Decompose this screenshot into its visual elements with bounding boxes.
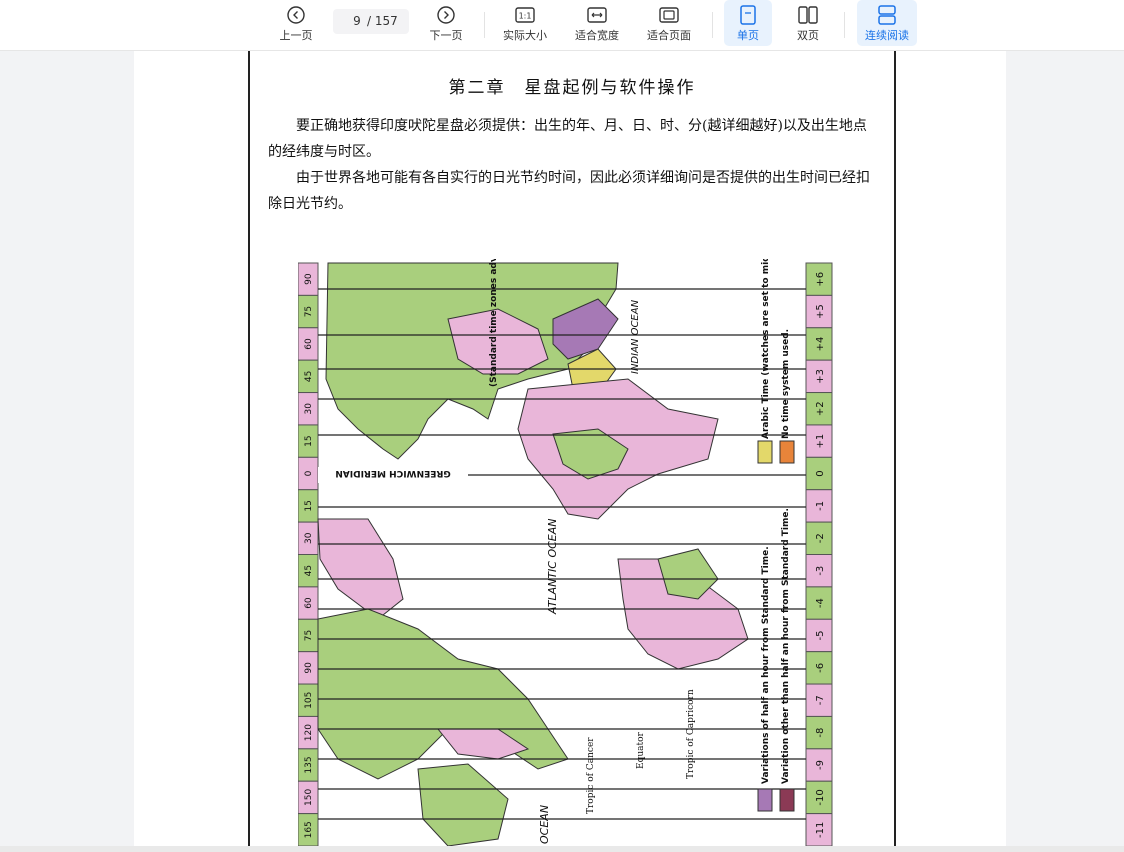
- chevron-left-circle-icon: [287, 6, 305, 24]
- actual-size-button[interactable]: 1:1 实际大小: [498, 0, 552, 46]
- utc-offset-label: +6: [815, 272, 826, 287]
- actual-size-icon: 1:1: [515, 7, 535, 23]
- page-number-input[interactable]: 9 / 157: [333, 9, 409, 34]
- utc-offset-label: -3: [815, 566, 826, 576]
- tropic-of-capricorn-label: Tropic of Capricorn: [686, 689, 696, 779]
- paragraph: 由于世界各地可能有各自实行的日光节约时间，因此必须详细询问是否提供的出生时间已经…: [268, 170, 870, 212]
- indian-ocean-label: INDIAN OCEAN: [630, 299, 641, 374]
- legend-no-time-system: No time system used.: [781, 329, 791, 439]
- greenwich-meridian-label: GREENWICH MERIDIAN: [335, 468, 450, 478]
- next-page-label: 下一页: [429, 29, 463, 42]
- prev-page-button[interactable]: 上一页: [274, 0, 318, 46]
- ocean-label: OCEAN: [538, 805, 551, 844]
- paragraph: 要正确地获得印度吠陀星盘必须提供：出生的年、月、日、时、分(越详细越好)以及出生…: [268, 118, 867, 160]
- longitude-label: 30: [304, 532, 314, 544]
- single-page-label: 单页: [737, 29, 759, 42]
- legend-half-hour: Variations of half an hour from Standard…: [761, 546, 771, 784]
- utc-offset-label: +4: [815, 337, 826, 352]
- actual-size-label: 实际大小: [503, 29, 547, 42]
- longitude-label: 60: [304, 597, 314, 609]
- longitude-label: 60: [304, 338, 314, 350]
- horizontal-scrollbar[interactable]: [0, 846, 1124, 852]
- double-page-button[interactable]: 双页: [784, 0, 832, 46]
- fit-width-label: 适合宽度: [575, 29, 619, 42]
- utc-offset-label: -6: [815, 663, 826, 673]
- longitude-label: 45: [304, 371, 314, 382]
- standard-zones-note: (Standard time zones advanced one hour.): [489, 259, 499, 387]
- prev-page-label: 上一页: [279, 29, 313, 42]
- longitude-label: 15: [304, 500, 314, 511]
- longitude-label: 75: [304, 306, 314, 317]
- longitude-label: 120: [304, 724, 314, 741]
- toolbar-divider: [484, 12, 485, 38]
- fit-width-button[interactable]: 适合宽度: [570, 0, 624, 46]
- longitude-label: 90: [304, 662, 314, 674]
- longitude-label: 45: [304, 565, 314, 576]
- equator-label: Equator: [636, 731, 646, 769]
- atlantic-ocean-label: ATLANTIC OCEAN: [546, 518, 559, 615]
- longitude-label: 15: [304, 435, 314, 446]
- longitude-label: 105: [304, 692, 314, 709]
- utc-offset-label: +2: [815, 401, 826, 416]
- utc-offset-label: -4: [815, 598, 826, 608]
- utc-offset-label: -2: [815, 533, 826, 543]
- next-page-button[interactable]: 下一页: [424, 0, 468, 46]
- longitude-label: 150: [304, 789, 314, 806]
- tropic-of-cancer-label: Tropic of Cancer: [586, 737, 596, 814]
- longitude-label: 30: [304, 403, 314, 415]
- chevron-right-circle-icon: [437, 6, 455, 24]
- document-page: 第二章 星盘起例与软件操作 要正确地获得印度吠陀星盘必须提供：出生的年、月、日、…: [248, 51, 896, 846]
- utc-offset-label: +3: [815, 369, 826, 384]
- reader-toolbar: 上一页 9 / 157 下一页 1:1 实际大小 适合宽度 适合页面 单页 双页…: [0, 0, 1124, 51]
- toolbar-divider: [712, 12, 713, 38]
- longitude-label: 165: [304, 821, 314, 838]
- chapter-title: 第二章 星盘起例与软件操作: [448, 78, 696, 98]
- toolbar-divider: [844, 12, 845, 38]
- legend-arabic-time: Arabic Time (watches are set to midnight…: [761, 259, 771, 439]
- longitude-label: 75: [304, 630, 314, 641]
- legend-other-variation: Variation other than half an hour from S…: [781, 508, 791, 784]
- utc-offset-label: -11: [815, 822, 826, 838]
- utc-offset-label: -5: [815, 630, 826, 640]
- single-page-icon: [740, 5, 756, 25]
- double-page-label: 双页: [797, 29, 819, 42]
- utc-offset-label: -1: [815, 501, 826, 511]
- utc-offset-label: -10: [815, 789, 826, 805]
- utc-offset-label: -9: [815, 760, 826, 770]
- utc-offset-label: -7: [815, 695, 826, 705]
- continuous-reading-label: 连续阅读: [865, 29, 909, 42]
- svg-text:1:1: 1:1: [519, 12, 532, 21]
- fit-page-button[interactable]: 适合页面: [642, 0, 696, 46]
- double-page-icon: [798, 6, 818, 24]
- utc-offset-label: 0: [815, 470, 826, 476]
- utc-offset-label: -8: [815, 728, 826, 738]
- fit-page-icon: [659, 7, 679, 23]
- fit-width-icon: [587, 7, 607, 23]
- total-pages-label: / 157: [367, 14, 398, 28]
- utc-offset-label: +1: [815, 434, 826, 449]
- longitude-label: 0: [304, 470, 314, 476]
- single-page-button[interactable]: 单页: [724, 0, 772, 46]
- utc-offset-label: +5: [815, 304, 826, 319]
- current-page-value[interactable]: 9: [345, 14, 369, 28]
- longitude-label: 135: [304, 756, 314, 773]
- world-time-zone-map: 90 +6 75 +5 60 +4 45 +3 30 +2 15 +1 0 0 15 -1 30 -2 45 -3 60…: [298, 259, 880, 846]
- longitude-label: 90: [304, 273, 314, 285]
- fit-page-label: 适合页面: [647, 29, 691, 42]
- continuous-scroll-icon: [878, 5, 896, 25]
- continuous-reading-button[interactable]: 连续阅读: [857, 0, 917, 46]
